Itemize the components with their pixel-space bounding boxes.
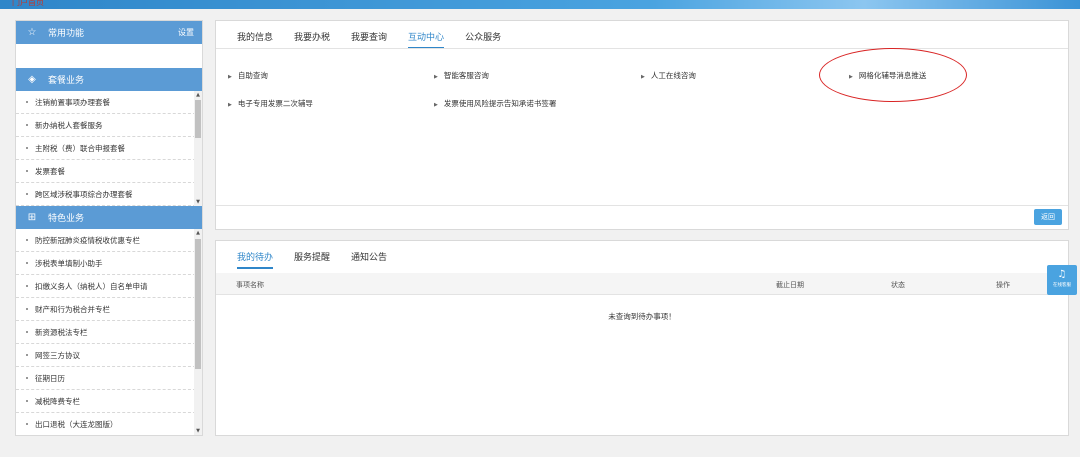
tab-announcements[interactable]: 通知公告 — [351, 241, 387, 269]
bullet-icon — [26, 124, 28, 126]
bullet-icon — [26, 239, 28, 241]
list-item[interactable]: 注销前置事项办理套餐 — [16, 91, 196, 114]
tab-interaction-center[interactable]: 互动中心 — [408, 21, 445, 49]
link-self-query[interactable]: ▶ 自助查询 — [228, 70, 268, 81]
bullet-icon — [26, 285, 28, 287]
special-list: 防控新冠肺炎疫情税收优惠专栏 涉税表单填制小助手 扣缴义务人（纳税人）自名单申请… — [16, 229, 196, 435]
col-deadline: 截止日期 — [776, 281, 804, 289]
tab-query[interactable]: 我要查询 — [351, 21, 387, 49]
special-business-title: 特色业务 — [48, 214, 85, 224]
caret-right-icon: ▶ — [641, 74, 645, 80]
list-item[interactable]: 扣缴义务人（纳税人）自名单申请 — [16, 275, 196, 298]
online-service-label: 在线客服 — [1053, 283, 1071, 288]
tab-my-todo[interactable]: 我的待办 — [237, 241, 274, 269]
todo-tabs: 我的待办 服务提醒 通知公告 — [216, 241, 408, 269]
star-icon: ☆ — [27, 27, 37, 38]
online-service-button[interactable]: ♫ 在线客服 — [1047, 265, 1077, 295]
common-functions-header: ☆ 常用功能 设置 — [16, 21, 202, 44]
list-item[interactable]: 减税降费专栏 — [16, 390, 196, 413]
main-tabs: 我的信息 我要办税 我要查询 互动中心 公众服务 — [216, 21, 522, 49]
bullet-icon — [26, 331, 28, 333]
headset-icon: ♫ — [1057, 269, 1067, 280]
col-item-name: 事项名称 — [236, 281, 264, 289]
caret-right-icon: ▶ — [228, 102, 232, 108]
list-item[interactable]: 财产和行为税合并专栏 — [16, 298, 196, 321]
tab-public-service[interactable]: 公众服务 — [465, 21, 501, 49]
scroll-up-icon[interactable]: ▲ — [194, 229, 202, 237]
bullet-icon — [26, 147, 28, 149]
scroll-down-icon[interactable]: ▼ — [194, 427, 202, 435]
return-button[interactable]: 返回 — [1034, 209, 1062, 225]
empty-message: 未查询到待办事项！ — [608, 312, 676, 321]
list-item[interactable]: 主附税（费）联合申报套餐 — [16, 137, 196, 160]
bullet-icon — [26, 354, 28, 356]
highlight-ellipse — [819, 48, 967, 102]
col-action: 操作 — [996, 281, 1010, 289]
list-item[interactable]: 跨区域涉税事项综合办理套餐 — [16, 183, 196, 206]
list-item[interactable]: 涉税表单填制小助手 — [16, 252, 196, 275]
layers-icon: ◈ — [28, 74, 36, 85]
package-list: 注销前置事项办理套餐 新办纳税人套餐服务 主附税（费）联合申报套餐 发票套餐 跨… — [16, 91, 196, 206]
bullet-icon — [26, 400, 28, 402]
bullet-icon — [26, 377, 28, 379]
bullet-icon — [26, 193, 28, 195]
common-functions-title: 常用功能 — [48, 29, 85, 39]
footer-divider — [216, 205, 1068, 206]
bullet-icon — [26, 101, 28, 103]
top-banner: 门户首页 — [0, 0, 1080, 9]
tab-my-info[interactable]: 我的信息 — [237, 21, 273, 49]
link-smart-service[interactable]: ▶ 智能客服咨询 — [434, 70, 489, 81]
link-manual-consult[interactable]: ▶ 人工在线咨询 — [641, 70, 696, 81]
scroll-thumb[interactable] — [195, 100, 201, 138]
sidebar: ☆ 常用功能 设置 ◈ 套餐业务 注销前置事项办理套餐 新办纳税人套餐服务 主附… — [15, 20, 203, 436]
tab-divider — [216, 48, 1068, 49]
caret-right-icon: ▶ — [434, 74, 438, 80]
list-item[interactable]: 网签三方协议 — [16, 344, 196, 367]
list-item[interactable]: 新资源税法专栏 — [16, 321, 196, 344]
col-status: 状态 — [891, 281, 905, 289]
link-invoice-risk-pledge[interactable]: ▶ 发票使用风险提示告知承诺书签署 — [434, 98, 556, 109]
special-business-header[interactable]: ⊞ 特色业务 — [16, 206, 202, 229]
brand-label[interactable]: 门户首页 — [12, 0, 44, 8]
bullet-icon — [26, 170, 28, 172]
bullet-icon — [26, 308, 28, 310]
link-einvoice-tutoring[interactable]: ▶ 电子专用发票二次辅导 — [228, 98, 313, 109]
bullet-icon — [26, 423, 28, 425]
grid-icon: ⊞ — [27, 212, 37, 223]
todo-panel: 我的待办 服务提醒 通知公告 事项名称 截止日期 状态 操作 未查询到待办事项！ — [215, 240, 1069, 436]
list-item[interactable]: 防控新冠肺炎疫情税收优惠专栏 — [16, 229, 196, 252]
list-item[interactable]: 征期日历 — [16, 367, 196, 390]
package-scrollbar[interactable]: ▲ ▼ — [194, 91, 202, 206]
tab-service-reminder[interactable]: 服务提醒 — [294, 241, 330, 269]
list-item[interactable]: 新办纳税人套餐服务 — [16, 114, 196, 137]
tab-tax-handling[interactable]: 我要办税 — [294, 21, 330, 49]
caret-right-icon: ▶ — [228, 74, 232, 80]
scroll-up-icon[interactable]: ▲ — [194, 91, 202, 99]
list-item[interactable]: 发票套餐 — [16, 160, 196, 183]
settings-link[interactable]: 设置 — [178, 27, 194, 38]
scroll-down-icon[interactable]: ▼ — [194, 198, 202, 206]
special-scrollbar[interactable]: ▲ ▼ — [194, 229, 202, 435]
package-business-header[interactable]: ◈ 套餐业务 — [16, 68, 202, 91]
package-business-title: 套餐业务 — [48, 76, 85, 86]
scroll-thumb[interactable] — [195, 239, 201, 369]
interaction-panel: 我的信息 我要办税 我要查询 互动中心 公众服务 ▶ 自助查询 ▶ 智能客服咨询 ▶… — [215, 20, 1069, 230]
list-item[interactable]: 出口退税（大连龙图版） — [16, 413, 196, 435]
table-header: 事项名称 截止日期 状态 操作 — [216, 273, 1068, 295]
caret-right-icon: ▶ — [434, 102, 438, 108]
bullet-icon — [26, 262, 28, 264]
